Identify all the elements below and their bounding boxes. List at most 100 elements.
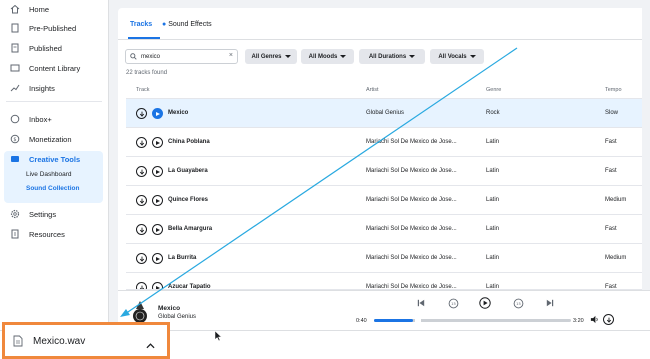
- track-title: China Poblana: [168, 139, 210, 145]
- table-row[interactable]: Azucar Tapatio Mariachi Sol De Mexico de…: [126, 273, 650, 290]
- filter-genres[interactable]: All Genres: [245, 49, 297, 64]
- track-tempo: Fast: [605, 139, 617, 145]
- table-row[interactable]: China Poblana Mariachi Sol De Mexico de …: [126, 128, 650, 157]
- track-tempo: Medium: [605, 197, 627, 203]
- sidebar-item-home[interactable]: Home: [4, 0, 103, 18]
- caret-down-icon: [340, 55, 347, 58]
- caret-down-icon: [469, 55, 476, 58]
- track-artist: Mariachi Sol De Mexico de Jose...: [366, 255, 457, 261]
- sidebar-item-settings[interactable]: Settings: [4, 205, 103, 223]
- track-artist: Mariachi Sol De Mexico de Jose...: [366, 139, 457, 145]
- sidebar-subitem-sound-collection[interactable]: Sound Collection: [26, 185, 79, 192]
- sidebar-item-label: Creative Tools: [29, 154, 81, 164]
- download-icon[interactable]: [136, 108, 147, 119]
- download-icon[interactable]: [136, 166, 147, 177]
- sidebar-item-content-library[interactable]: Content Library: [4, 59, 103, 77]
- svg-text:$: $: [13, 137, 16, 143]
- sound-collection-panel: Tracks ● Sound Effects mexico × All Genr…: [118, 8, 650, 290]
- progress-bar[interactable]: [374, 319, 571, 322]
- divider: [6, 101, 102, 102]
- track-tempo: Fast: [605, 168, 617, 174]
- track-genre: Latin: [486, 255, 500, 261]
- play-pause-icon[interactable]: [479, 297, 491, 309]
- track-title: Bella Amargura: [168, 226, 213, 232]
- download-icon[interactable]: [603, 314, 614, 325]
- download-icon[interactable]: [136, 137, 147, 148]
- results-count: 22 tracks found: [126, 70, 168, 76]
- mouse-cursor-icon: [214, 328, 222, 346]
- table-row[interactable]: Bella Amargura Mariachi Sol De Mexico de…: [126, 215, 650, 244]
- svg-text:15: 15: [516, 302, 521, 306]
- filter-moods[interactable]: All Moods: [301, 49, 354, 64]
- sidebar-item-label: Published: [29, 43, 62, 53]
- sidebar-item-label: Monetization: [29, 134, 72, 144]
- progress-fill: [374, 319, 414, 322]
- sidebar-item-inbox[interactable]: Inbox+: [4, 110, 103, 128]
- library-icon: [9, 62, 21, 74]
- play-icon[interactable]: [152, 166, 163, 177]
- track-artist: Mariachi Sol De Mexico de Jose...: [366, 168, 457, 174]
- caret-down-icon: [409, 55, 416, 58]
- sidebar-item-monetization[interactable]: $ Monetization: [4, 130, 103, 148]
- dollar-icon: $: [9, 133, 21, 145]
- table-row[interactable]: Mexico Global Genius Rock Slow: [126, 99, 650, 128]
- inbox-icon: [9, 113, 21, 125]
- svg-text:15: 15: [451, 302, 456, 306]
- filter-durations[interactable]: All Durations: [359, 49, 425, 64]
- home-icon: [9, 3, 21, 15]
- search-input[interactable]: mexico ×: [125, 49, 238, 64]
- sidebar-item-insights[interactable]: Insights: [4, 79, 103, 97]
- play-icon[interactable]: [152, 137, 163, 148]
- table-row[interactable]: La Burrita Mariachi Sol De Mexico de Jos…: [126, 244, 650, 273]
- file-icon: [13, 334, 23, 352]
- chart-icon: [9, 82, 21, 94]
- play-icon[interactable]: [152, 108, 163, 119]
- download-icon[interactable]: [136, 224, 147, 235]
- player-track-title: Mexico: [158, 305, 181, 312]
- table-row[interactable]: La Guayabera Mariachi Sol De Mexico de J…: [126, 157, 650, 186]
- download-icon[interactable]: [136, 195, 147, 206]
- column-header-genre: Genre: [486, 87, 502, 93]
- sidebar-subitem-live-dashboard[interactable]: Live Dashboard: [26, 171, 72, 178]
- track-tempo: Slow: [605, 110, 619, 116]
- sidebar-item-label: Insights: [29, 83, 55, 93]
- sidebar-item-label: Pre-Published: [29, 23, 77, 33]
- track-genre: Latin: [486, 168, 500, 174]
- page-icon: [9, 42, 21, 54]
- downloaded-file-name: Mexico.wav: [33, 336, 86, 347]
- rewind-15-icon[interactable]: 15: [447, 297, 459, 309]
- gear-icon: [9, 208, 21, 220]
- tab-tracks[interactable]: Tracks: [130, 21, 152, 28]
- table-row[interactable]: Quince Flores Mariachi Sol De Mexico de …: [126, 186, 650, 215]
- sidebar-item-creative-tools[interactable]: Creative Tools: [4, 150, 103, 168]
- volume-icon[interactable]: [589, 314, 599, 324]
- play-icon[interactable]: [152, 195, 163, 206]
- divider: [118, 39, 650, 40]
- download-icon[interactable]: [136, 253, 147, 264]
- progress-handle[interactable]: [415, 319, 422, 322]
- scrollbar[interactable]: [642, 8, 650, 290]
- play-icon[interactable]: [152, 224, 163, 235]
- skip-next-icon[interactable]: [545, 298, 555, 308]
- download-icon[interactable]: [136, 282, 147, 289]
- sidebar-item-label: Settings: [29, 209, 57, 219]
- play-icon[interactable]: [152, 253, 163, 264]
- sidebar-item-resources[interactable]: Resources: [4, 225, 103, 243]
- sidebar-item-label: Home: [29, 4, 50, 14]
- filter-vocals[interactable]: All Vocals: [430, 49, 484, 64]
- skip-previous-icon[interactable]: [416, 298, 426, 308]
- column-header-track: Track: [136, 87, 150, 93]
- tab-sound-effects[interactable]: ● Sound Effects: [162, 21, 212, 28]
- clear-search-icon[interactable]: ×: [229, 52, 233, 59]
- forward-15-icon[interactable]: 15: [512, 297, 524, 309]
- downloaded-file-item[interactable]: Mexico.wav: [2, 322, 170, 359]
- track-artist: Mariachi Sol De Mexico de Jose...: [366, 197, 457, 203]
- track-title: La Burrita: [168, 255, 197, 261]
- track-genre: Latin: [486, 139, 500, 145]
- sidebar-item-pre-published[interactable]: Pre-Published: [4, 19, 103, 37]
- chevron-up-icon[interactable]: [146, 336, 155, 354]
- sidebar-item-published[interactable]: Published: [4, 39, 103, 57]
- player-track-artist: Global Genius: [158, 314, 197, 320]
- album-art: [130, 297, 150, 323]
- play-icon[interactable]: [152, 282, 163, 289]
